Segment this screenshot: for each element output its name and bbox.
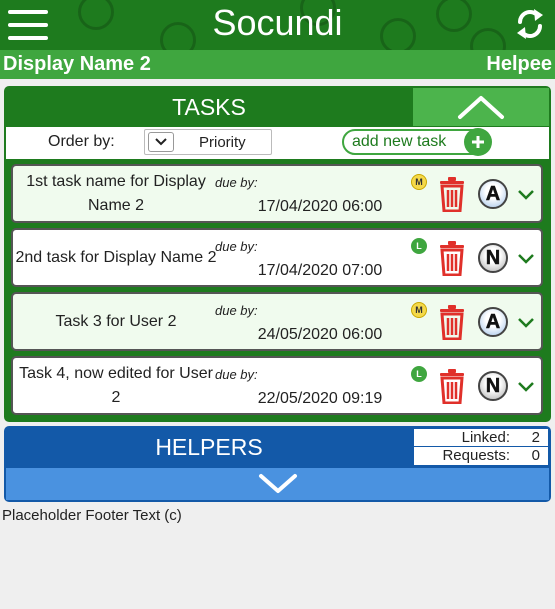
task-status-letter: N	[485, 374, 501, 397]
plus-icon	[464, 128, 492, 156]
task-card[interactable]: 1st task name for Display Name 2 due by:…	[11, 164, 543, 223]
priority-badge-icon: L	[411, 366, 427, 382]
due-label: due by:	[215, 239, 258, 254]
requests-count: 0	[531, 447, 540, 464]
priority-badge-icon: L	[411, 238, 427, 254]
trash-icon[interactable]	[437, 176, 467, 213]
tasks-panel: TASKS Order by: Priority add new task 1s…	[4, 86, 551, 422]
task-name: 1st task name for Display Name 2	[26, 172, 206, 214]
task-name: Task 3 for User 2	[55, 312, 177, 330]
chevron-down-icon	[148, 132, 174, 152]
helpers-stats: Linked: 2 Requests: 0	[413, 428, 549, 466]
order-by-label: Order by:	[48, 133, 115, 150]
refresh-icon[interactable]	[512, 6, 548, 42]
helpers-title: HELPERS	[155, 434, 263, 460]
chevron-down-icon[interactable]	[517, 252, 535, 266]
user-bar: Display Name 2 Helpee	[0, 50, 555, 79]
helpers-expand-button[interactable]	[6, 468, 549, 500]
tasks-title: TASKS	[172, 94, 246, 120]
due-date: 22/05/2020 09:19	[257, 390, 383, 407]
task-name: 2nd task for Display Name 2	[15, 248, 217, 266]
task-status-letter: A	[485, 182, 501, 205]
priority-badge-icon: M	[411, 302, 427, 318]
due-label: due by:	[215, 175, 258, 190]
task-card[interactable]: Task 3 for User 2 due by: 24/05/2020 06:…	[11, 292, 543, 351]
user-role: Helpee	[486, 53, 552, 75]
trash-icon[interactable]	[437, 304, 467, 341]
task-status-icon: A	[478, 179, 508, 209]
add-new-task-button[interactable]: add new task	[342, 128, 492, 156]
task-status-letter: A	[485, 310, 501, 333]
requests-row: Requests: 0	[414, 447, 548, 465]
task-card[interactable]: 2nd task for Display Name 2 due by: 17/0…	[11, 228, 543, 287]
task-card[interactable]: Task 4, now edited for User 2 due by: 22…	[11, 356, 543, 415]
due-date: 17/04/2020 06:00	[257, 198, 383, 215]
due-label: due by:	[215, 367, 258, 382]
task-status-icon: N	[478, 243, 508, 273]
chevron-up-icon	[458, 96, 504, 119]
task-status-icon: A	[478, 307, 508, 337]
app-title: Socundi	[212, 2, 343, 43]
requests-label: Requests:	[442, 447, 510, 464]
task-status-icon: N	[478, 371, 508, 401]
order-by-select[interactable]: Priority	[144, 129, 272, 155]
trash-icon[interactable]	[437, 368, 467, 405]
priority-badge-icon: M	[411, 174, 427, 190]
app-header: Socundi	[0, 0, 555, 50]
due-label: due by:	[215, 303, 258, 318]
chevron-down-icon[interactable]	[517, 316, 535, 330]
due-date: 17/04/2020 07:00	[257, 262, 383, 279]
trash-icon[interactable]	[437, 240, 467, 277]
tasks-collapse-button[interactable]	[413, 88, 549, 126]
helpers-panel: HELPERS Linked: 2 Requests: 0	[4, 426, 551, 502]
task-status-letter: N	[485, 246, 501, 269]
footer-text: Placeholder Footer Text (c)	[2, 507, 182, 524]
chevron-down-icon[interactable]	[517, 380, 535, 394]
display-name: Display Name 2	[3, 53, 151, 75]
hamburger-menu-icon[interactable]	[8, 10, 48, 40]
linked-count: 2	[531, 429, 540, 446]
add-new-task-label: add new task	[352, 133, 447, 150]
linked-label: Linked:	[461, 429, 510, 446]
linked-row: Linked: 2	[414, 429, 548, 447]
chevron-down-icon[interactable]	[517, 188, 535, 202]
due-date: 24/05/2020 06:00	[257, 326, 383, 343]
chevron-down-icon	[258, 474, 297, 493]
order-by-value: Priority	[199, 134, 246, 151]
task-name: Task 4, now edited for User 2	[19, 364, 213, 406]
order-bar: Order by: Priority add new task	[6, 127, 549, 159]
